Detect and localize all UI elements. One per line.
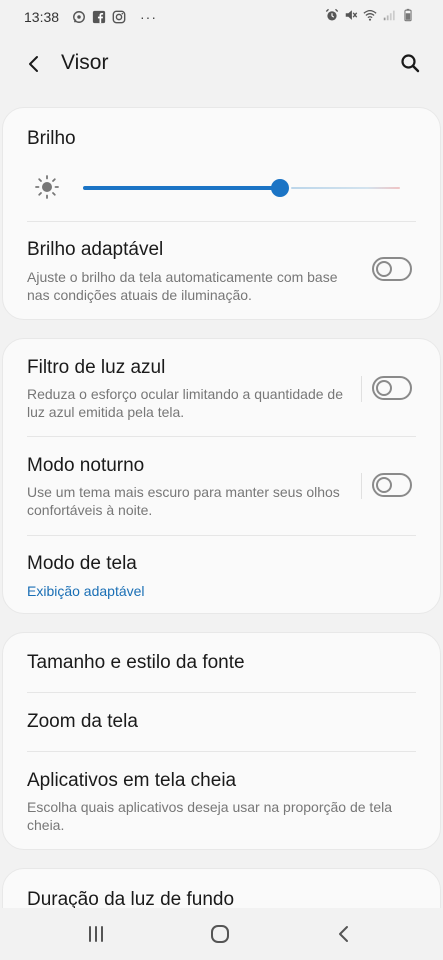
status-time: 13:38: [24, 9, 60, 25]
blue-light-filter-row[interactable]: Filtro de luz azul Reduza o esforço ocul…: [3, 339, 440, 436]
home-icon: [211, 925, 229, 943]
brightness-slider-track: [290, 187, 400, 189]
mute-icon: [345, 10, 358, 20]
font-size-style-title: Tamanho e estilo da fonte: [27, 652, 245, 673]
signal-icon: [383, 10, 395, 21]
fullscreen-apps-subtitle: Escolha quais aplicativos deseja usar na…: [27, 799, 393, 833]
blue-light-filter-toggle[interactable]: [372, 376, 412, 400]
toggle-knob: [376, 380, 392, 396]
adaptive-brightness-row[interactable]: Brilho adaptável Ajuste o brilho da tela…: [3, 222, 440, 319]
separator: [361, 376, 362, 402]
brightness-title: Brilho: [27, 128, 76, 149]
adaptive-brightness-subtitle: Ajuste o brilho da tela automaticamente …: [27, 269, 338, 303]
toggle-knob: [376, 477, 392, 493]
brightness-slider-thumb[interactable]: [270, 179, 289, 197]
blue-light-filter-title: Filtro de luz azul: [27, 357, 166, 378]
battery-icon: [404, 8, 412, 22]
wifi-icon: [363, 9, 377, 21]
facebook-icon: [92, 10, 106, 24]
search-button[interactable]: [395, 48, 425, 78]
brightness-card: Brilho Brilho adaptável Ajuste o brilho …: [2, 107, 441, 320]
night-mode-row[interactable]: Modo noturno Use um tema mais escuro par…: [3, 437, 440, 534]
nav-back-button[interactable]: [330, 922, 358, 946]
more-notifications-icon: ···: [140, 9, 157, 25]
navigation-bar: [0, 908, 443, 960]
whatsapp-icon: [73, 11, 85, 23]
screen-mode-title: Modo de tela: [27, 553, 137, 574]
night-mode-title: Modo noturno: [27, 455, 145, 476]
screen-mode-value: Exibição adaptável: [27, 583, 145, 599]
brightness-slider[interactable]: [83, 178, 400, 198]
screen-mode-row[interactable]: Modo de tela Exibição adaptável: [3, 536, 440, 614]
recents-button[interactable]: [82, 922, 110, 946]
instagram-icon: [112, 10, 126, 24]
brightness-slider-fill: [83, 186, 280, 190]
recents-icon: [89, 926, 103, 942]
font-zoom-card: Tamanho e estilo da fonte Zoom da tela A…: [2, 632, 441, 850]
app-bar: Visor: [0, 34, 443, 92]
notification-icons: ···: [72, 9, 157, 25]
adaptive-brightness-title: Brilho adaptável: [27, 239, 164, 260]
screen-zoom-title: Zoom da tela: [27, 711, 138, 732]
night-mode-subtitle: Use um tema mais escuro para manter seus…: [27, 484, 340, 518]
font-size-style-row[interactable]: Tamanho e estilo da fonte: [3, 633, 440, 692]
separator: [361, 473, 362, 499]
fullscreen-apps-title: Aplicativos em tela cheia: [27, 770, 237, 791]
status-bar: 13:38 ···: [0, 0, 443, 34]
back-icon: [339, 926, 348, 942]
blue-light-filter-subtitle: Reduza o esforço ocular limitando a quan…: [27, 386, 343, 420]
alarm-icon: [325, 8, 339, 21]
adaptive-brightness-toggle[interactable]: [372, 257, 412, 281]
fullscreen-apps-row[interactable]: Aplicativos em tela cheia Escolha quais …: [3, 752, 440, 849]
page-title: Visor: [61, 51, 109, 74]
home-button[interactable]: [206, 922, 234, 946]
search-icon: [401, 54, 420, 73]
system-icons: [325, 8, 415, 22]
night-mode-toggle[interactable]: [372, 473, 412, 497]
chevron-left-icon: [29, 56, 38, 72]
sun-icon: [35, 175, 59, 199]
toggle-knob: [376, 261, 392, 277]
back-button[interactable]: [20, 50, 48, 78]
screen-zoom-row[interactable]: Zoom da tela: [3, 693, 440, 751]
display-options-card: Filtro de luz azul Reduza o esforço ocul…: [2, 338, 441, 614]
